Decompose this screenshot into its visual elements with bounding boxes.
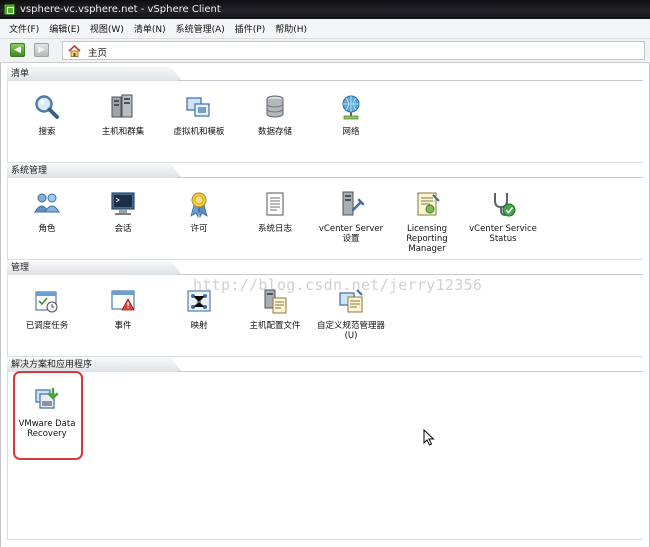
- management-item-events[interactable]: 事件: [86, 287, 160, 331]
- navigation-bar: ◀ ▶ 主页: [0, 39, 650, 63]
- inventory-label-network: 网络: [342, 127, 360, 137]
- menu-view[interactable]: 视图(W): [90, 22, 124, 35]
- management-label-maps: 映射: [190, 321, 208, 331]
- management-item-scheduled-tasks[interactable]: 已调度任务: [10, 287, 84, 331]
- window-title: vsphere-vc.vsphere.net - vSphere Client: [20, 4, 221, 15]
- window-titlebar: vsphere-vc.vsphere.net - vSphere Client: [0, 0, 650, 19]
- section-title-administration: 系统管理: [11, 166, 48, 176]
- section-header-solutions: 解决方案和应用程序: [7, 358, 643, 372]
- roles-icon: [34, 193, 60, 213]
- network-icon: [342, 95, 360, 120]
- admin-item-service-status[interactable]: vCenter Service Status: [466, 190, 540, 244]
- watermark-text: http://blog.csdn.net/jerry12356: [193, 276, 483, 294]
- address-text: 主页: [88, 48, 108, 59]
- address-bar[interactable]: 主页: [62, 41, 645, 60]
- menu-inventory[interactable]: 清单(N): [134, 22, 166, 35]
- admin-label-sessions: 会话: [114, 224, 132, 234]
- admin-item-sessions[interactable]: 会话: [86, 190, 160, 234]
- forward-button[interactable]: ▶: [34, 43, 49, 57]
- inventory-item-network[interactable]: 网络: [314, 93, 388, 137]
- admin-item-licensing[interactable]: 许可: [162, 190, 236, 234]
- admin-label-system-logs: 系统日志: [257, 224, 292, 234]
- menu-bar: 文件(F) 编辑(E) 视图(W) 清单(N) 系统管理(A) 插件(P) 帮助…: [0, 19, 650, 39]
- management-label-scheduled-tasks: 已调度任务: [25, 321, 69, 331]
- datastores-icon: [266, 95, 284, 118]
- inventory-label-hosts-clusters: 主机和群集: [101, 127, 145, 137]
- inventory-item-vms-templates[interactable]: 虚拟机和模板: [162, 93, 236, 137]
- home-content: 清单 搜索 主机和群集 虚拟机和模板 数据存储 网络 系统管理 角色 会话 许可…: [0, 63, 650, 547]
- licensing-reporting-icon: [417, 192, 440, 216]
- home-icon: [68, 45, 81, 57]
- management-item-customization-specs[interactable]: 自定义规范管理器(U): [314, 287, 388, 341]
- inventory-item-datastores[interactable]: 数据存储: [238, 93, 312, 137]
- admin-item-roles[interactable]: 角色: [10, 190, 84, 234]
- admin-label-service-status: vCenter Service Status: [469, 224, 537, 244]
- section-header-inventory: 清单: [7, 67, 643, 81]
- system-logs-icon: [266, 192, 284, 216]
- vms-templates-icon: [186, 97, 210, 117]
- search-icon: [35, 95, 59, 119]
- section-title-management: 管理: [11, 263, 30, 273]
- menu-administration[interactable]: 系统管理(A): [176, 22, 225, 35]
- menu-help[interactable]: 帮助(H): [275, 22, 307, 35]
- section-solutions: [7, 372, 643, 540]
- menu-file[interactable]: 文件(F): [9, 22, 39, 35]
- inventory-item-hosts-clusters[interactable]: 主机和群集: [86, 93, 160, 137]
- mouse-cursor-icon: [423, 429, 435, 446]
- admin-item-system-logs[interactable]: 系统日志: [238, 190, 312, 234]
- admin-label-vcenter-settings: vCenter Server 设置: [318, 224, 384, 244]
- menu-plugins[interactable]: 插件(P): [235, 22, 265, 35]
- inventory-label-datastores: 数据存储: [257, 127, 292, 137]
- vcenter-settings-icon: [342, 191, 365, 216]
- inventory-item-search[interactable]: 搜索: [10, 93, 84, 137]
- inventory-label-vms-templates: 虚拟机和模板: [173, 127, 225, 137]
- admin-item-vcenter-settings[interactable]: vCenter Server 设置: [314, 190, 388, 244]
- admin-label-roles: 角色: [38, 224, 56, 234]
- scheduled-tasks-icon: [35, 291, 58, 313]
- hosts-clusters-icon: [111, 94, 133, 118]
- section-header-management: 管理: [7, 261, 643, 275]
- sessions-icon: [111, 192, 135, 215]
- back-button[interactable]: ◀: [10, 43, 25, 57]
- highlight-box: [13, 371, 83, 460]
- section-title-solutions: 解决方案和应用程序: [11, 360, 93, 370]
- admin-item-licensing-reporting[interactable]: Licensing Reporting Manager: [390, 190, 464, 254]
- section-title-inventory: 清单: [11, 69, 30, 79]
- service-status-icon: [494, 193, 516, 217]
- licensing-icon: [190, 192, 208, 218]
- events-icon: [111, 290, 135, 311]
- admin-label-licensing: 许可: [190, 224, 208, 234]
- inventory-label-search: 搜索: [38, 127, 56, 137]
- admin-label-licensing-reporting: Licensing Reporting Manager: [406, 224, 448, 254]
- vsphere-app-icon: [4, 4, 15, 15]
- management-label-events: 事件: [114, 321, 132, 331]
- management-label-customization-specs: 自定义规范管理器(U): [316, 321, 385, 341]
- management-label-host-profiles: 主机配置文件: [249, 321, 301, 331]
- menu-edit[interactable]: 编辑(E): [49, 22, 80, 35]
- section-header-administration: 系统管理: [7, 164, 643, 178]
